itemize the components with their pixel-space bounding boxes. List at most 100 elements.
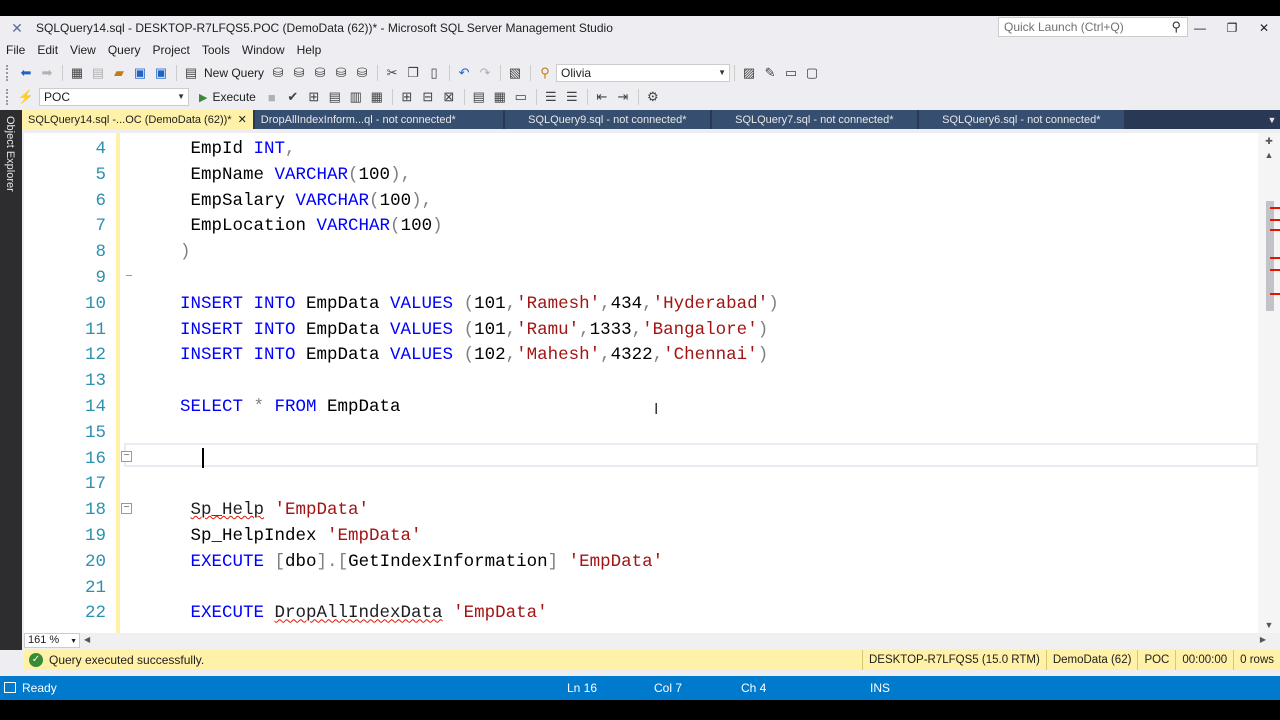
code-line[interactable]: 21: [24, 575, 1258, 601]
tab-sqlquery7[interactable]: SQLQuery7.sql - not connected*: [711, 110, 917, 129]
open-file-icon[interactable]: ▰: [109, 63, 129, 83]
live-stats-icon[interactable]: ⊟: [418, 87, 438, 107]
menu-project[interactable]: Project: [147, 40, 196, 60]
save-all-icon[interactable]: ▣: [151, 63, 171, 83]
code-line[interactable]: 13: [24, 368, 1258, 394]
paste-icon[interactable]: ▯: [424, 63, 444, 83]
new-query-button[interactable]: New Query: [204, 66, 264, 80]
tab-sqlquery9[interactable]: SQLQuery9.sql - not connected*: [504, 110, 710, 129]
comment-icon[interactable]: ☰: [541, 87, 561, 107]
include-plan-icon[interactable]: ⊞: [397, 87, 417, 107]
menu-view[interactable]: View: [64, 40, 102, 60]
scroll-up-icon[interactable]: ▲: [1258, 147, 1280, 163]
redo-icon[interactable]: ↷: [475, 63, 495, 83]
tab-dropallindexinformation[interactable]: DropAllIndexInform...ql - not connected*: [254, 110, 503, 129]
scroll-left-icon[interactable]: ◀: [84, 635, 90, 644]
code-line[interactable]: 22 EXECUTE DropAllIndexData 'EmpData': [24, 600, 1258, 626]
menu-query[interactable]: Query: [102, 40, 147, 60]
mdx-query-icon[interactable]: ⛁: [310, 63, 330, 83]
close-button[interactable]: ✕: [1248, 16, 1280, 40]
code-token: EXECUTE: [180, 551, 275, 572]
activity-monitor-icon[interactable]: ▧: [505, 63, 525, 83]
code-line[interactable]: 20 EXECUTE [dbo].[GetIndexInformation] '…: [24, 549, 1258, 575]
xmla-query-icon[interactable]: ⛁: [352, 63, 372, 83]
zoom-dropdown[interactable]: 161 % ▼: [24, 633, 80, 648]
code-line[interactable]: 9: [24, 265, 1258, 291]
connect-icon[interactable]: ⚡: [16, 87, 36, 107]
toolbox-icon[interactable]: ▭: [781, 63, 801, 83]
database-engine-query-icon[interactable]: ⛁: [268, 63, 288, 83]
menu-help[interactable]: Help: [291, 40, 328, 60]
estimated-plan-icon[interactable]: ⊞: [304, 87, 324, 107]
dmx-query-icon[interactable]: ⛁: [331, 63, 351, 83]
restore-button[interactable]: ❐: [1216, 16, 1248, 40]
code-line[interactable]: 18 Sp_Help 'EmpData': [24, 497, 1258, 523]
code-line[interactable]: 17: [24, 471, 1258, 497]
forward-icon[interactable]: ➡: [37, 63, 57, 83]
increase-indent-icon[interactable]: ⇥: [613, 87, 633, 107]
decrease-indent-icon[interactable]: ⇤: [592, 87, 612, 107]
tab-overflow-dropdown[interactable]: ▼: [1264, 110, 1280, 129]
specify-template-icon[interactable]: ⚙: [643, 87, 663, 107]
add-item-icon[interactable]: ▤: [88, 63, 108, 83]
results-to-grid-icon[interactable]: ▦: [367, 87, 387, 107]
scroll-down-icon[interactable]: ▼: [1258, 617, 1280, 633]
copy-icon[interactable]: ❐: [403, 63, 423, 83]
code-line[interactable]: 10 INSERT INTO EmpData VALUES (101,'Rames…: [24, 291, 1258, 317]
quick-launch-input[interactable]: Quick Launch (Ctrl+Q) ⚲: [998, 17, 1188, 37]
new-project-icon[interactable]: ▦: [67, 63, 87, 83]
results-file-icon[interactable]: ▭: [511, 87, 531, 107]
code-line[interactable]: 5 EmpName VARCHAR(100),: [24, 162, 1258, 188]
back-icon[interactable]: ⬅: [16, 63, 36, 83]
output-window-icon[interactable]: [4, 682, 16, 693]
menu-tools[interactable]: Tools: [196, 40, 236, 60]
new-query-icon[interactable]: ▤: [181, 63, 201, 83]
code-line[interactable]: 12 INSERT INTO EmpData VALUES (102,'Mahes…: [24, 342, 1258, 368]
results-text-icon[interactable]: ▤: [469, 87, 489, 107]
results-grid-icon[interactable]: ▦: [490, 87, 510, 107]
code-line[interactable]: 7 EmpLocation VARCHAR(100): [24, 213, 1258, 239]
code-line[interactable]: 14 SELECT * FROM EmpData: [24, 394, 1258, 420]
object-explorer-icon[interactable]: ▨: [739, 63, 759, 83]
save-icon[interactable]: ▣: [130, 63, 150, 83]
menu-edit[interactable]: Edit: [31, 40, 64, 60]
close-icon[interactable]: ✕: [238, 113, 247, 126]
tab-sqlquery14[interactable]: SQLQuery14.sql -...OC (DemoData (62))* ✕: [22, 110, 253, 129]
cancel-query-icon[interactable]: ■: [262, 87, 282, 107]
analysis-query-icon[interactable]: ⛁: [289, 63, 309, 83]
client-stats-icon[interactable]: ⊠: [439, 87, 459, 107]
cut-icon[interactable]: ✂: [382, 63, 402, 83]
toolbar-separator: [377, 65, 379, 81]
toolbar-grip[interactable]: [6, 89, 10, 105]
code-line[interactable]: 8): [24, 239, 1258, 265]
query-editor[interactable]: − − I 4 EmpId INT, 5 EmpName VARCHAR(100)…: [24, 133, 1258, 633]
template-explorer-icon[interactable]: ▢: [802, 63, 822, 83]
minimize-button[interactable]: —: [1184, 16, 1216, 40]
tab-label: SQLQuery9.sql - not connected*: [528, 113, 687, 126]
parse-icon[interactable]: ✔: [283, 87, 303, 107]
uncomment-icon[interactable]: ☰: [562, 87, 582, 107]
find-icon[interactable]: ⚲: [535, 63, 555, 83]
profile-dropdown[interactable]: Olivia ▼: [556, 64, 731, 82]
vertical-scrollbar[interactable]: ✚ ▲ ▼: [1258, 133, 1280, 633]
menu-window[interactable]: Window: [236, 40, 291, 60]
scroll-right-icon[interactable]: ▶: [1260, 635, 1266, 644]
toolbar-grip[interactable]: [6, 65, 10, 81]
results-to-text-icon[interactable]: ▥: [346, 87, 366, 107]
code-line[interactable]: 11 INSERT INTO EmpData VALUES (101,'Ramu'…: [24, 317, 1258, 343]
object-explorer-tab[interactable]: Object Explorer: [4, 116, 16, 192]
available-databases-dropdown[interactable]: POC ▼: [39, 88, 189, 106]
undo-icon[interactable]: ↶: [454, 63, 474, 83]
properties-icon[interactable]: ✎: [760, 63, 780, 83]
menu-file[interactable]: File: [0, 40, 31, 60]
code-line[interactable]: 19 Sp_HelpIndex 'EmpData': [24, 523, 1258, 549]
code-line[interactable]: 4 EmpId INT,: [24, 136, 1258, 162]
code-line[interactable]: 15: [24, 420, 1258, 446]
code-token: (: [463, 293, 475, 314]
query-designer-icon[interactable]: ▤: [325, 87, 345, 107]
tab-sqlquery6[interactable]: SQLQuery6.sql - not connected*: [918, 110, 1124, 129]
code-line[interactable]: 16: [24, 446, 1258, 472]
code-line[interactable]: 6 EmpSalary VARCHAR(100),: [24, 188, 1258, 214]
execute-button[interactable]: ▶ Execute: [199, 90, 256, 104]
